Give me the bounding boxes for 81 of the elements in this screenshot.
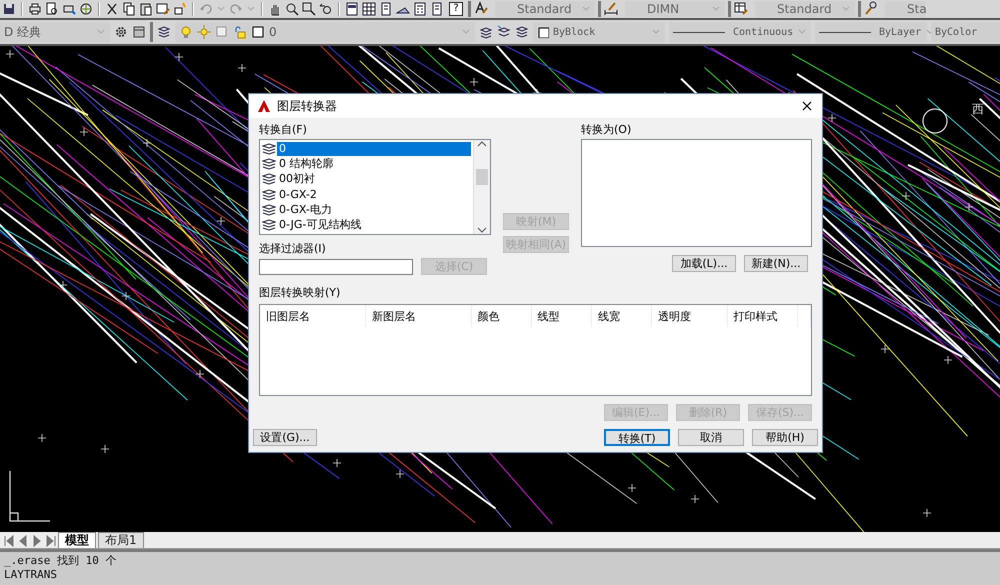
sun-icon xyxy=(197,25,211,39)
last-tab-icon[interactable] xyxy=(44,534,56,548)
workspace-icon[interactable] xyxy=(132,25,146,39)
layer-list-item[interactable]: 00初衬 xyxy=(262,172,471,187)
convert-button[interactable]: 转换(T) xyxy=(604,429,670,446)
layer-manager-icon[interactable] xyxy=(515,25,529,39)
gear-icon[interactable] xyxy=(114,25,128,39)
color-swatch-icon xyxy=(537,26,549,38)
window-zoom-icon[interactable] xyxy=(302,2,316,16)
calc-icon[interactable] xyxy=(413,2,427,16)
globe-icon[interactable] xyxy=(79,2,93,16)
layer-stack-icon xyxy=(262,156,276,171)
color-dropdown[interactable]: ByBlock xyxy=(533,22,665,42)
filter-label: 选择过滤器(I) xyxy=(259,241,327,256)
layer-stack-icon xyxy=(262,218,276,232)
layer-list-item[interactable]: 0-GX-电力 xyxy=(262,202,471,218)
make-current-icon[interactable] xyxy=(479,25,493,39)
column-header[interactable]: 旧图层名 xyxy=(260,305,366,327)
linetype-dropdown[interactable]: Continuous xyxy=(669,22,811,42)
workspace-dropdown[interactable]: D 经典 xyxy=(0,22,110,42)
layer-previous-icon[interactable] xyxy=(497,25,511,39)
layer-dropdown[interactable]: 0 xyxy=(175,22,475,42)
help-button[interactable]: 帮助(H) xyxy=(752,429,818,446)
layout-tab[interactable]: 模型 xyxy=(58,532,96,548)
filter-input-field[interactable] xyxy=(259,258,413,274)
settings-button[interactable]: 设置(G)... xyxy=(253,429,317,446)
magnifier-icon[interactable] xyxy=(45,2,59,16)
scrollbar[interactable] xyxy=(473,140,490,234)
layer-list-item[interactable]: 0 结构轮廓 xyxy=(262,156,471,172)
column-header[interactable]: 颜色 xyxy=(471,305,532,327)
column-header[interactable]: 新图层名 xyxy=(365,305,471,327)
lock-icon xyxy=(233,25,247,39)
layer-list-item[interactable]: 0-JG-可见结构线 xyxy=(262,218,471,233)
group-label: 图层转换映射(Y) xyxy=(259,285,342,300)
column-header[interactable]: 线宽 xyxy=(591,305,652,327)
style-dropdown[interactable]: DIMN xyxy=(625,1,725,17)
zoom-back-icon[interactable] xyxy=(319,2,333,16)
printer-icon[interactable] xyxy=(28,2,42,16)
layer-manager-icon[interactable] xyxy=(157,25,171,39)
layer-stack-icon xyxy=(262,188,276,202)
group-label: 转换自(F) xyxy=(259,122,308,137)
layer-stack-icon xyxy=(262,202,276,217)
app-logo-icon xyxy=(257,99,271,113)
layout-tab[interactable]: 布局1 xyxy=(98,532,144,548)
compass-label: 西 xyxy=(972,101,984,118)
column-header[interactable]: 透明度 xyxy=(652,305,728,327)
target-layer-list[interactable] xyxy=(581,139,812,247)
style-dropdown[interactable]: Sta xyxy=(885,1,925,17)
column-header[interactable]: 打印样式 xyxy=(727,305,798,327)
command-line-text: LAYTRANS xyxy=(4,568,58,582)
style-dropdown[interactable]: Standard xyxy=(495,1,595,17)
command-line-text: _.erase 找到 10 个 xyxy=(4,554,118,568)
color-swatch-icon xyxy=(251,25,265,39)
save-icon[interactable] xyxy=(2,2,16,16)
copy-icon[interactable] xyxy=(122,2,136,16)
plot-style-dropdown[interactable]: ByColor xyxy=(931,22,1000,42)
block-icon[interactable] xyxy=(173,2,187,16)
first-tab-icon[interactable] xyxy=(2,534,14,548)
layer-stack-icon xyxy=(262,172,276,186)
dialog-title: 图层转换器 xyxy=(277,98,338,114)
style-dropdown[interactable]: Standard xyxy=(755,1,855,17)
close-icon[interactable] xyxy=(800,99,814,113)
help-button[interactable]: ? xyxy=(449,2,463,16)
panel-icon[interactable] xyxy=(345,2,359,16)
new-button[interactable]: 新建(N)... xyxy=(744,255,808,272)
group-label: 转换为(O) xyxy=(581,122,632,137)
sheet-icon[interactable] xyxy=(430,2,444,16)
layer-list-item[interactable]: 0-GX-2 xyxy=(262,186,471,202)
column-header[interactable]: 线型 xyxy=(531,305,592,327)
brush-icon[interactable] xyxy=(156,2,170,16)
layer-stack-icon xyxy=(262,142,276,156)
cancel-button[interactable]: 取消 xyxy=(678,429,744,446)
sheet-icon[interactable] xyxy=(379,2,393,16)
clipboard-icon[interactable] xyxy=(139,2,153,16)
zoom-icon[interactable] xyxy=(285,2,299,16)
scrollbar-thumb[interactable] xyxy=(476,169,488,185)
scissors-icon[interactable] xyxy=(105,2,119,16)
grid-panel-icon[interactable] xyxy=(362,2,376,16)
load-button[interactable]: 加载(L)... xyxy=(672,255,736,272)
lightbulb-icon xyxy=(179,25,193,39)
layer-list[interactable]: 0 0 结构轮廓 00初衬 0-GX-2 0-GX-电力 0-JG-可见结构线 xyxy=(259,139,491,235)
